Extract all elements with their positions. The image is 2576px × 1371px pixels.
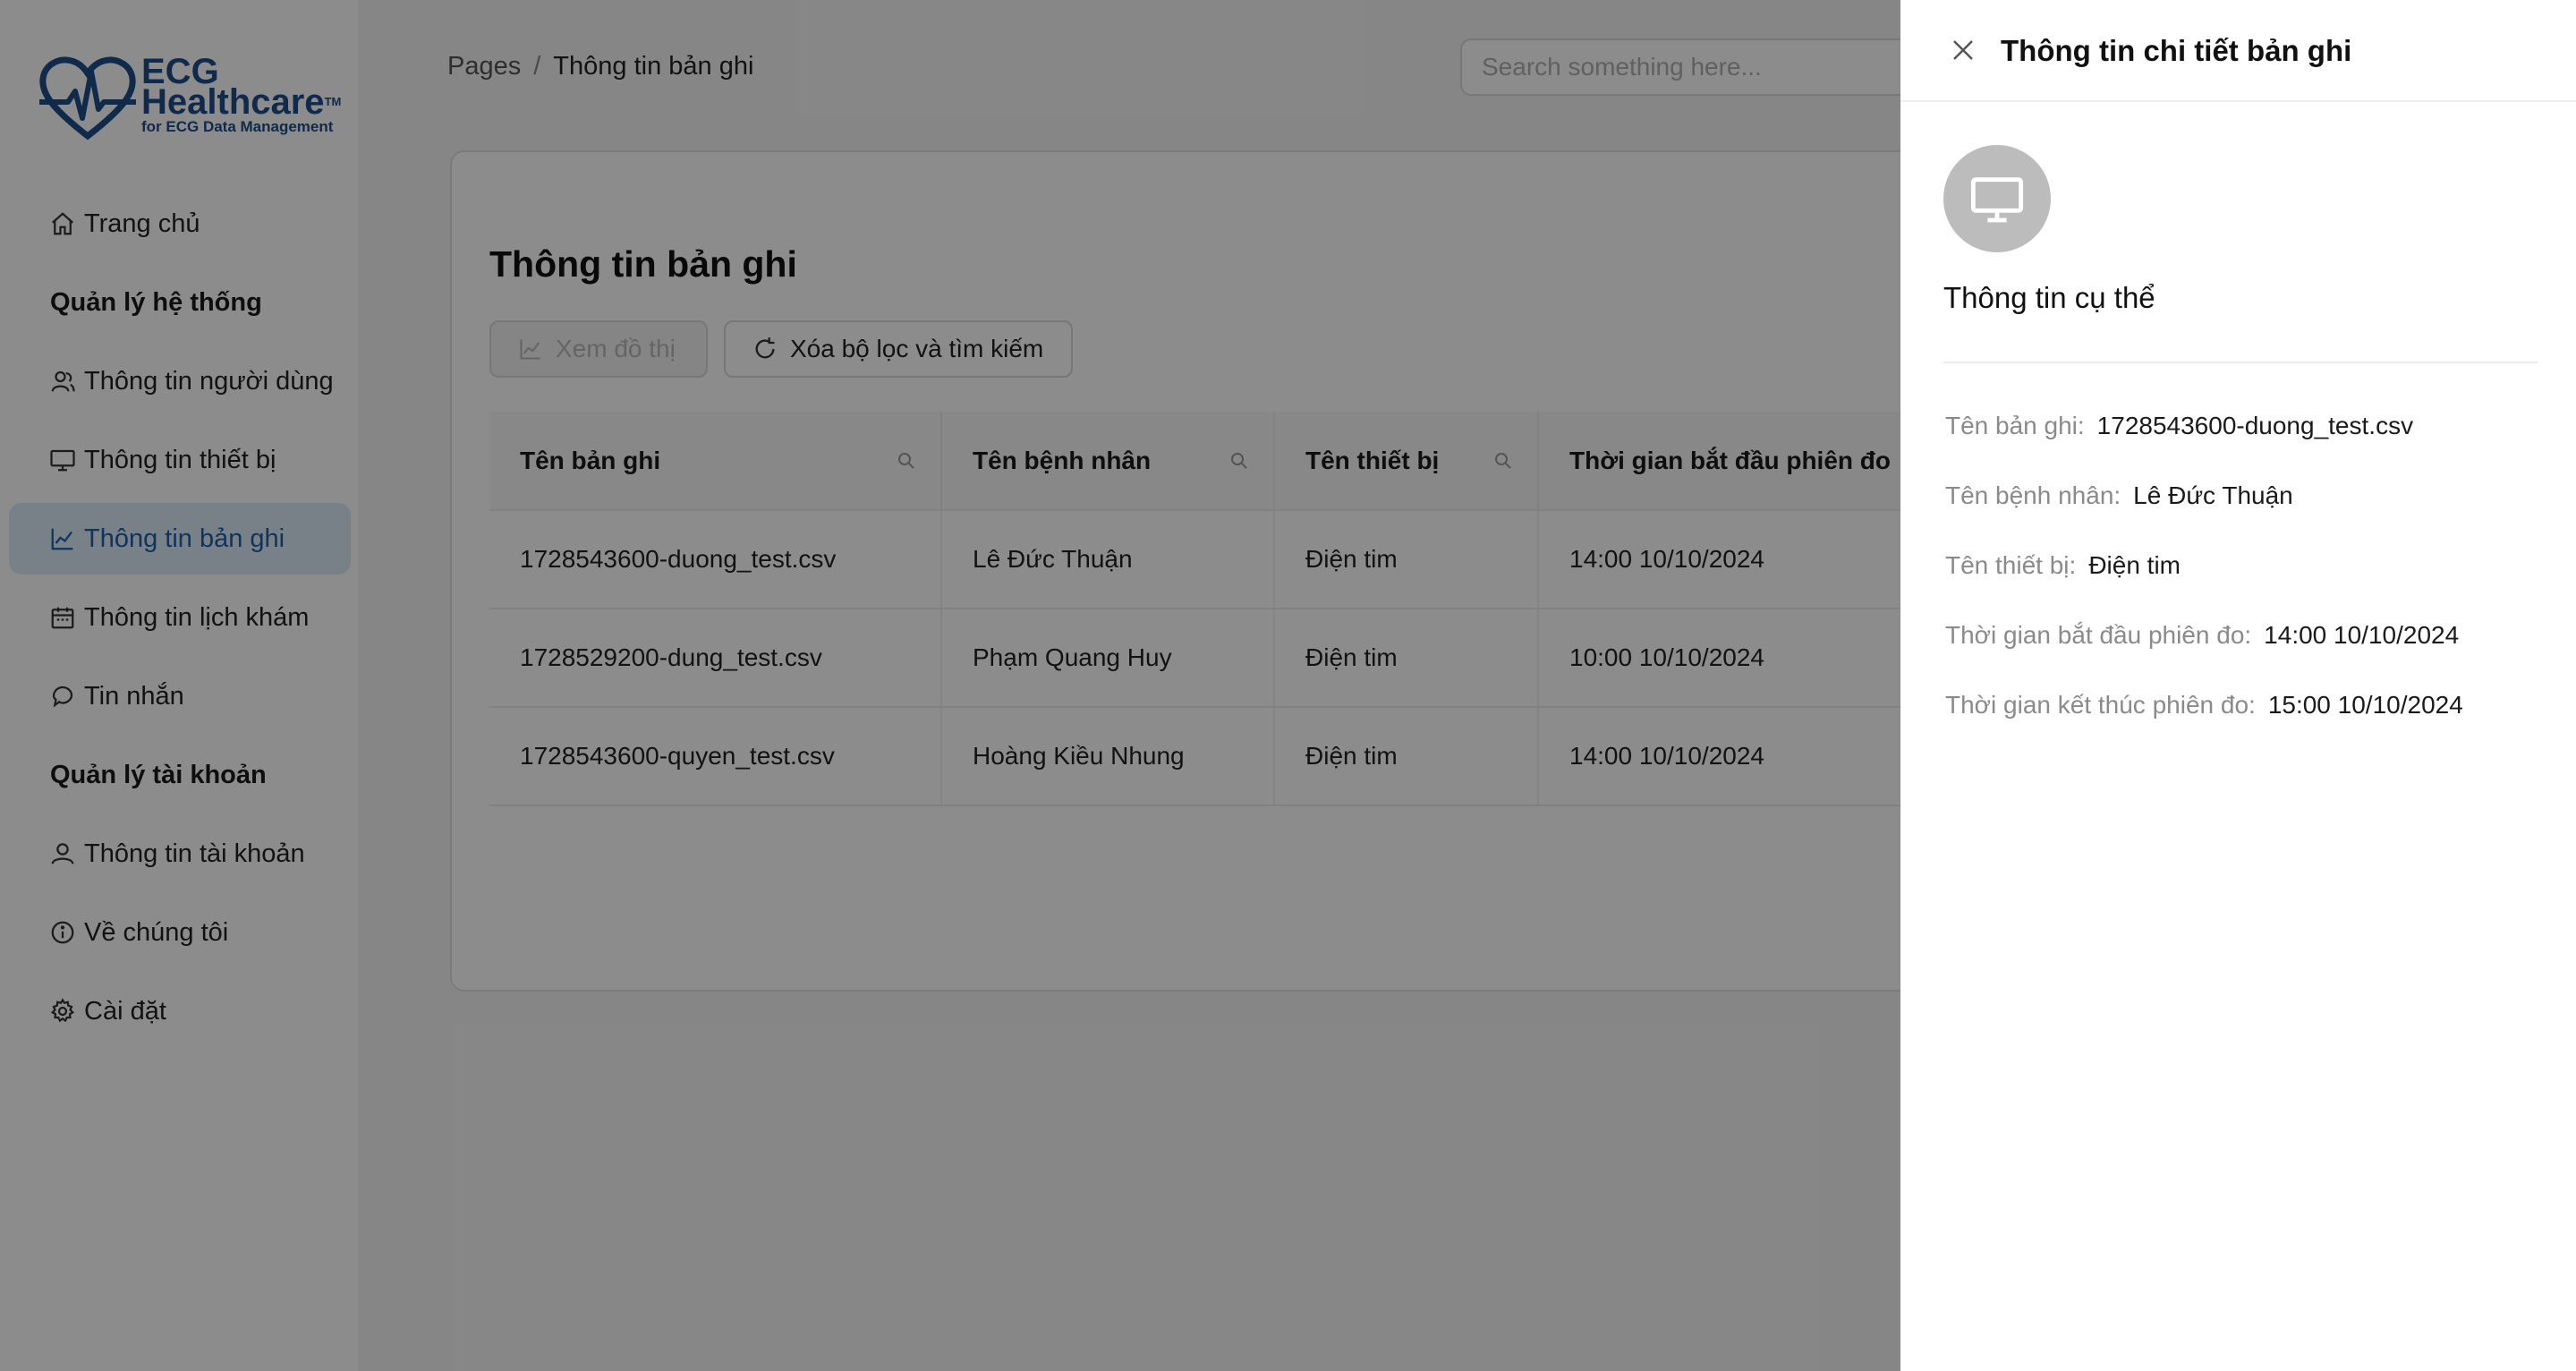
detail-patient-name: Tên bệnh nhân: Lê Đức Thuận	[1945, 481, 2293, 510]
detail-device-name: Tên thiết bị: Điện tim	[1945, 551, 2181, 580]
record-detail-drawer: Thông tin chi tiết bản ghi Thông tin cụ …	[1900, 0, 2576, 1371]
detail-end-time: Thời gian kết thúc phiên đo: 15:00 10/10/…	[1945, 691, 2463, 720]
drawer-title: Thông tin chi tiết bản ghi	[2001, 34, 2352, 67]
detail-start-time: Thời gian bắt đầu phiên đo: 14:00 10/10/2…	[1945, 621, 2459, 650]
close-icon[interactable]	[1947, 34, 1979, 66]
drawer-subtitle: Thông tin cụ thể	[1943, 281, 2155, 314]
detail-value: Lê Đức Thuận	[2133, 481, 2293, 509]
detail-value: Điện tim	[2088, 551, 2181, 579]
detail-record-name: Tên bản ghi: 1728543600-duong_test.csv	[1945, 412, 2413, 440]
monitor-icon	[1970, 177, 2024, 223]
detail-value: 14:00 10/10/2024	[2264, 621, 2460, 649]
detail-label: Tên bản ghi:	[1945, 412, 2085, 439]
detail-label: Tên bệnh nhân:	[1945, 481, 2121, 509]
detail-value: 15:00 10/10/2024	[2267, 691, 2463, 719]
detail-label: Thời gian kết thúc phiên đo:	[1945, 691, 2256, 719]
detail-label: Thời gian bắt đầu phiên đo:	[1945, 621, 2252, 649]
detail-label: Tên thiết bị:	[1945, 551, 2077, 579]
divider	[1943, 362, 2538, 363]
detail-value: 1728543600-duong_test.csv	[2096, 412, 2414, 439]
avatar	[1943, 145, 2051, 252]
drawer-header: Thông tin chi tiết bản ghi	[1900, 0, 2576, 102]
